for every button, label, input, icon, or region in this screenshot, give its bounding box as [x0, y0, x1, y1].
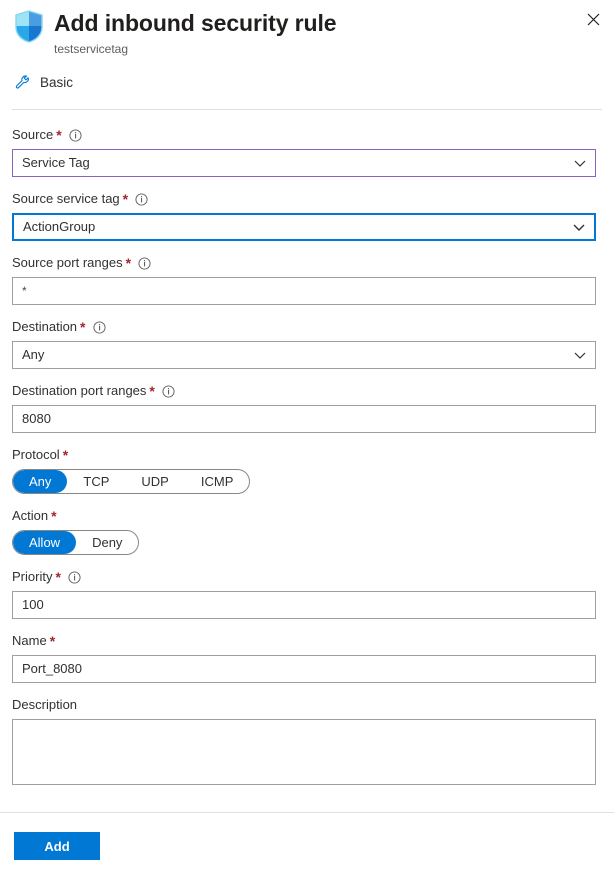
field-source-service-tag: Source service tag * ActionGroup [12, 190, 596, 241]
priority-value: 100 [22, 592, 586, 618]
priority-input[interactable]: 100 [12, 591, 596, 619]
source-service-tag-required-star: * [123, 193, 128, 205]
name-value: Port_8080 [22, 656, 586, 682]
chevron-down-icon [573, 156, 587, 170]
chevron-down-icon [573, 348, 587, 362]
page-title: Add inbound security rule [54, 8, 336, 38]
header-divider [12, 109, 602, 110]
destination-port-ranges-value: 8080 [22, 406, 586, 432]
shield-icon [14, 10, 44, 43]
source-label-row: Source * [12, 126, 596, 144]
field-name: Name * Port_8080 [12, 632, 596, 683]
description-textarea[interactable] [12, 719, 596, 785]
source-port-ranges-label: Source port ranges [12, 254, 123, 272]
destination-port-ranges-input[interactable]: 8080 [12, 405, 596, 433]
source-service-tag-label: Source service tag [12, 190, 120, 208]
source-service-tag-dropdown[interactable]: ActionGroup [12, 213, 596, 241]
header-texts: Add inbound security rule testservicetag [54, 8, 336, 58]
info-icon[interactable] [68, 571, 81, 584]
destination-dropdown[interactable]: Any [12, 341, 596, 369]
blade-header: Add inbound security rule testservicetag [0, 0, 614, 62]
source-dropdown[interactable]: Service Tag [12, 149, 596, 177]
field-description: Description [12, 696, 596, 788]
description-label: Description [12, 696, 77, 714]
source-port-ranges-input[interactable]: * [12, 277, 596, 305]
source-service-tag-value: ActionGroup [23, 214, 564, 240]
header-row: Add inbound security rule testservicetag [12, 8, 602, 58]
footer-divider [0, 812, 614, 813]
destination-port-ranges-label: Destination port ranges [12, 382, 146, 400]
name-label-row: Name * [12, 632, 596, 650]
info-icon[interactable] [162, 385, 175, 398]
destination-port-ranges-label-row: Destination port ranges * [12, 382, 596, 400]
tab-strip: Basic [0, 67, 614, 99]
destination-label: Destination [12, 318, 77, 336]
priority-label-row: Priority * [12, 568, 596, 586]
name-label: Name [12, 632, 47, 650]
add-button[interactable]: Add [14, 832, 100, 860]
source-port-ranges-label-row: Source port ranges * [12, 254, 596, 272]
field-source: Source * Service Tag [12, 126, 596, 177]
protocol-required-star: * [63, 449, 68, 461]
info-icon[interactable] [135, 193, 148, 206]
wrench-icon [14, 74, 32, 92]
name-required-star: * [50, 635, 55, 647]
source-port-ranges-value: * [22, 278, 586, 304]
action-option-allow[interactable]: Allow [13, 531, 76, 554]
source-required-star: * [56, 129, 61, 141]
page-subtitle: testservicetag [54, 41, 336, 58]
protocol-option-tcp[interactable]: TCP [67, 470, 125, 493]
chevron-down-icon [572, 220, 586, 234]
action-label-row: Action * [12, 507, 596, 525]
destination-port-ranges-required-star: * [149, 385, 154, 397]
close-icon [587, 13, 600, 26]
description-label-row: Description [12, 696, 596, 714]
protocol-option-udp[interactable]: UDP [125, 470, 184, 493]
field-destination-port-ranges: Destination port ranges * 8080 [12, 382, 596, 433]
protocol-segmented-control: Any TCP UDP ICMP [12, 469, 250, 494]
field-priority: Priority * 100 [12, 568, 596, 619]
field-protocol: Protocol * Any TCP UDP ICMP [12, 446, 596, 494]
protocol-option-icmp[interactable]: ICMP [185, 470, 250, 493]
protocol-label-row: Protocol * [12, 446, 596, 464]
info-icon[interactable] [138, 257, 151, 270]
protocol-label: Protocol [12, 446, 60, 464]
close-button[interactable] [578, 4, 608, 34]
tab-basic-label: Basic [40, 74, 73, 92]
source-value: Service Tag [22, 150, 565, 176]
priority-label: Priority [12, 568, 52, 586]
priority-required-star: * [55, 571, 60, 583]
field-source-port-ranges: Source port ranges * * [12, 254, 596, 305]
field-action: Action * Allow Deny [12, 507, 596, 555]
protocol-option-any[interactable]: Any [13, 470, 67, 493]
security-rule-form: Source * Service Tag Source service tag [0, 126, 614, 788]
action-segmented-control: Allow Deny [12, 530, 139, 555]
source-label: Source [12, 126, 53, 144]
blade-footer: Add [0, 812, 614, 869]
action-label: Action [12, 507, 48, 525]
action-required-star: * [51, 510, 56, 522]
destination-required-star: * [80, 321, 85, 333]
name-input[interactable]: Port_8080 [12, 655, 596, 683]
source-port-ranges-required-star: * [126, 257, 131, 269]
destination-value: Any [22, 342, 565, 368]
action-option-deny[interactable]: Deny [76, 531, 138, 554]
source-service-tag-label-row: Source service tag * [12, 190, 596, 208]
field-destination: Destination * Any [12, 318, 596, 369]
destination-label-row: Destination * [12, 318, 596, 336]
info-icon[interactable] [93, 321, 106, 334]
tab-basic[interactable]: Basic [12, 72, 75, 94]
info-icon[interactable] [69, 129, 82, 142]
